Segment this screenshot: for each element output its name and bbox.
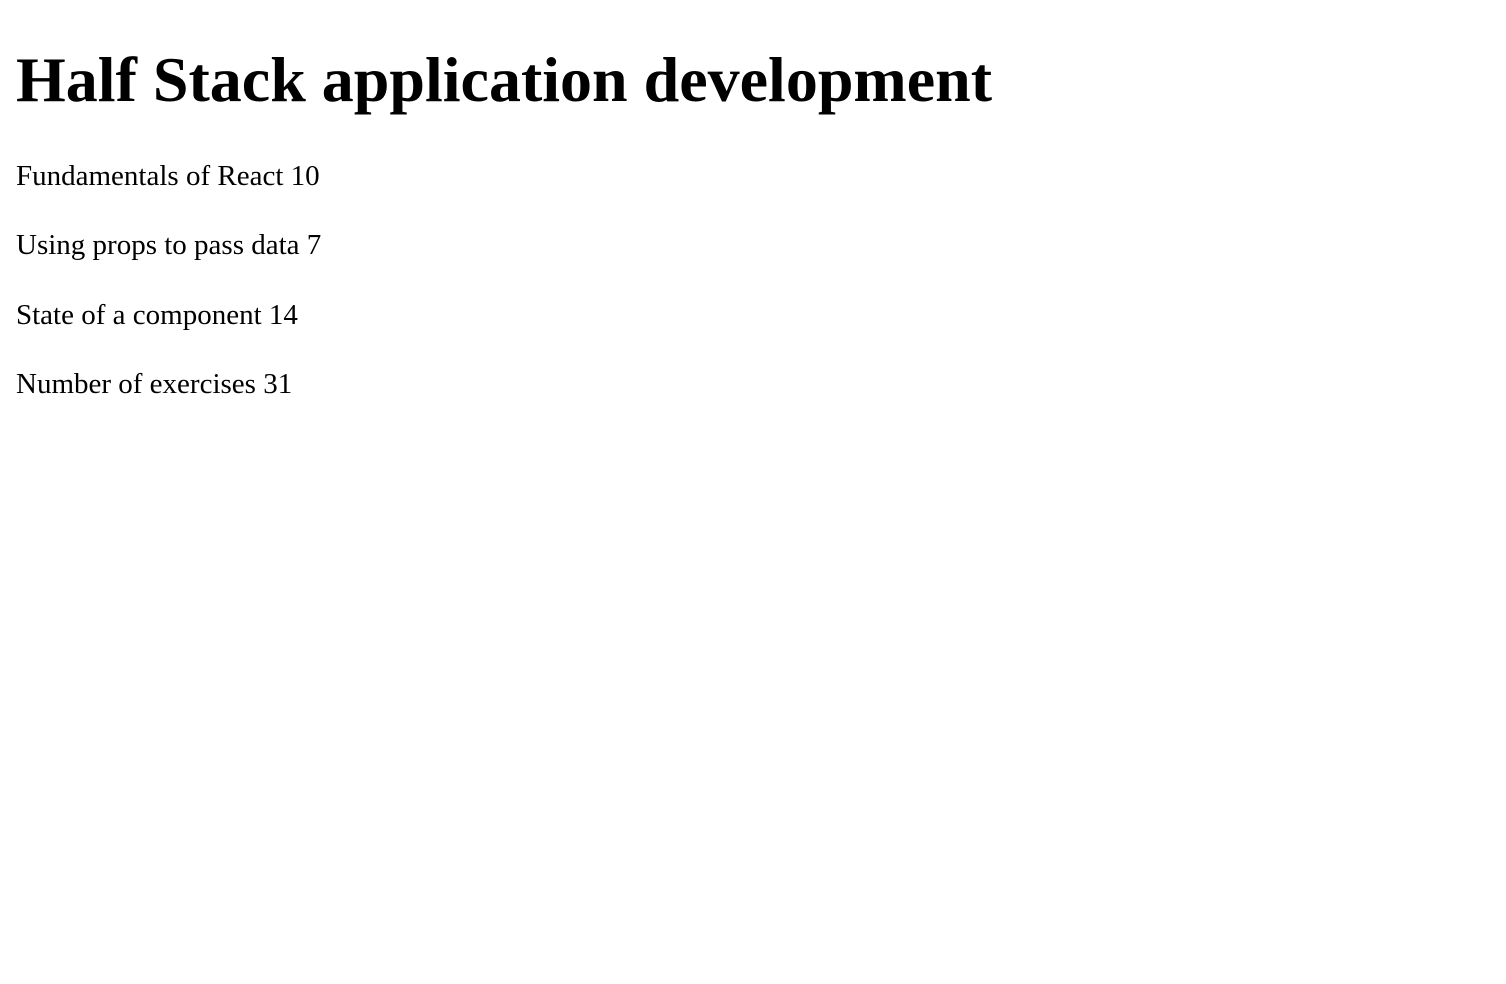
part-exercise-count: 7	[306, 229, 322, 262]
total-value: 31	[263, 368, 293, 401]
part-exercise-count: 14	[268, 298, 298, 331]
part-exercise-count: 10	[290, 160, 320, 192]
total-label: Number of exercises	[16, 368, 256, 401]
part-name: Fundamentals of React	[16, 160, 284, 192]
part-name: State of a component	[16, 298, 262, 331]
course-part: Fundamentals of React 10	[16, 160, 1490, 193]
course-part: State of a component 14	[16, 299, 1490, 332]
course-page: Half Stack application development Funda…	[0, 0, 1506, 401]
exercise-total: Number of exercises 31	[16, 368, 1490, 401]
course-part: Using props to pass data 7	[16, 229, 1490, 262]
course-title: Half Stack application development	[16, 44, 993, 115]
part-name: Using props to pass data	[16, 229, 300, 262]
